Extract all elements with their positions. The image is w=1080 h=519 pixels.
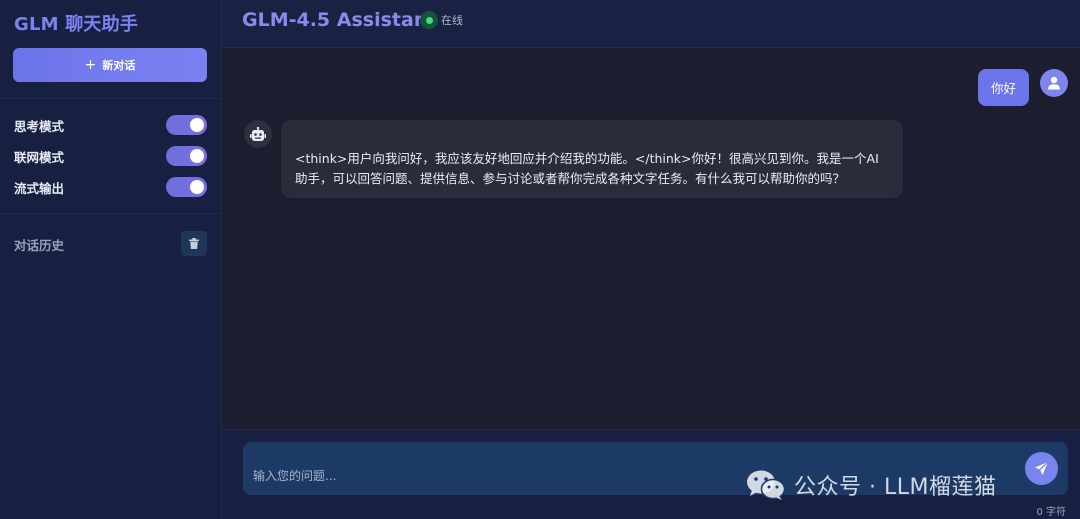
robot-icon [250,126,266,141]
page-title: GLM-4.5 Assistant [242,9,437,31]
web-mode-switch[interactable] [166,146,207,166]
send-icon [1035,461,1049,475]
send-button[interactable] [1025,452,1058,485]
bot-avatar [244,120,272,148]
switch-knob [190,149,204,163]
toggle-label: 思考模式 [14,118,65,134]
toggle-stream-output: 流式输出 [14,176,207,198]
message-input[interactable] [253,466,703,486]
user-icon [1048,76,1060,90]
status-text: 在线 [441,14,463,27]
watermark: 公众号 · LLM榴莲猫 [746,469,996,501]
brand-title: GLM 聊天助手 [14,14,139,35]
wechat-icon [747,470,786,500]
watermark-text: 公众号 · LLM榴莲猫 [794,475,997,500]
char-count: 0 字符 [1036,507,1066,518]
user-avatar [1040,69,1068,97]
divider [0,98,222,99]
clear-history-button[interactable] [181,231,207,256]
chat-header: GLM-4.5 Assistant 在线 [222,0,1080,48]
user-message: 你好 [978,69,1029,106]
new-chat-label: 新对话 [102,59,136,72]
switch-knob [190,118,204,132]
history-label: 对话历史 [14,238,65,253]
input-area: 公众号 · LLM榴莲猫 0 字符 [222,429,1080,519]
sidebar: GLM 聊天助手 + 新对话 思考模式 联网模式 流式输出 对话历史 [0,0,222,519]
assistant-message-line: <think>用户向我问好，我应该友好地回应并介绍我的功能。</think>你好… [295,151,879,166]
message-input-box: 公众号 · LLM榴莲猫 [243,442,1068,500]
assistant-message: <think>用户向我问好，我应该友好地回应并介绍我的功能。</think>你好… [281,120,903,198]
trash-icon [189,238,199,249]
toggle-web-mode: 联网模式 [14,145,207,167]
toggle-label: 联网模式 [14,149,65,165]
status-badge: 在线 [420,11,463,29]
switch-knob [190,180,204,194]
stream-output-switch[interactable] [166,177,207,197]
plus-icon: + [84,57,97,73]
chat-messages: 你好 <think>用户向我问好，我应该友好地回应并介绍我的功能。</think… [222,49,1080,428]
toggle-thinking-mode: 思考模式 [14,114,207,136]
toggle-label: 流式输出 [14,180,65,196]
thinking-mode-switch[interactable] [166,115,207,135]
new-chat-button[interactable]: + 新对话 [13,48,207,82]
assistant-message-line: 助手，可以回答问题、提供信息、参与讨论或者帮你完成各种文字任务。有什么我可以帮助… [295,171,846,186]
online-indicator-icon [420,11,438,29]
divider [0,213,222,214]
